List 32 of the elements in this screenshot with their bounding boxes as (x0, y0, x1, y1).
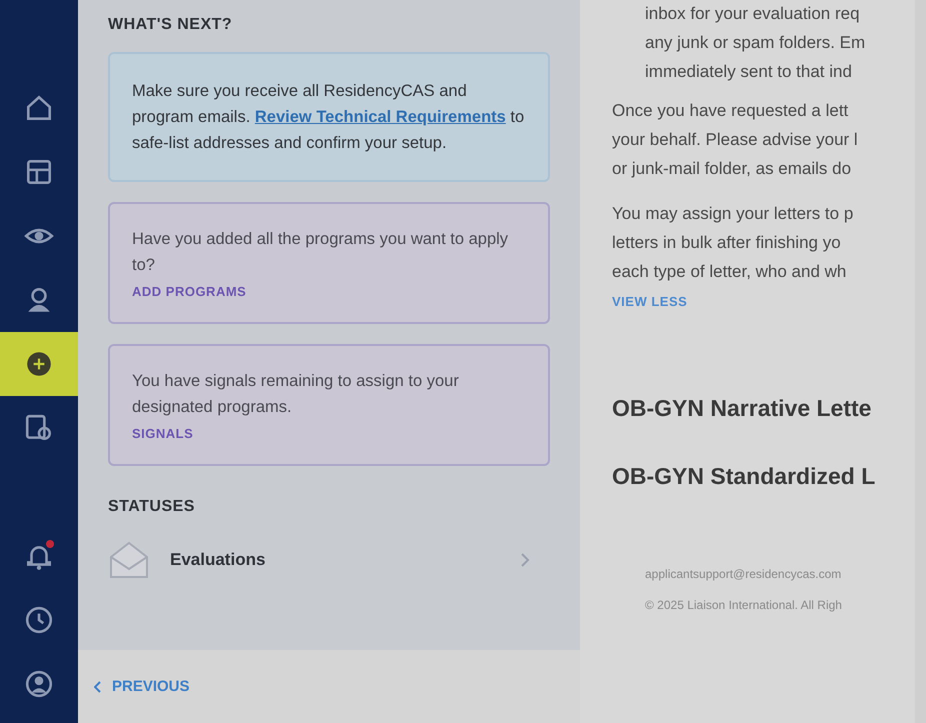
chevron-left-icon (94, 680, 102, 692)
letter-title: OB-GYN Narrative Lette (612, 395, 872, 422)
action-link[interactable]: SIGNALS (132, 426, 194, 441)
nav-item[interactable] (0, 332, 78, 396)
requirements-link[interactable]: Review Technical Requirements (254, 108, 506, 126)
document-search-icon (24, 413, 54, 443)
action-link[interactable]: ADD PROGRAMS (132, 284, 246, 299)
card-text: Have you added all the programs you want to apply to? (132, 229, 510, 276)
status-label[interactable]: Evaluations (170, 550, 502, 570)
paragraph-line: each type of letter, who and wh (612, 261, 848, 283)
paragraph-line: letters in bulk after finishing yo (612, 232, 842, 254)
user-icon (24, 669, 54, 699)
section-heading: STATUSES (108, 498, 196, 516)
paragraph-line: any junk or spam folders. Em (645, 32, 866, 54)
paragraph-line: immediately sent to that ind (645, 61, 853, 83)
section-heading: WHAT'S NEXT? (108, 16, 234, 34)
circle-icon (24, 349, 54, 379)
paragraph-line: inbox for your evaluation req (645, 3, 861, 25)
paragraph-line: Once you have requested a lett (612, 100, 850, 122)
paragraph-line: You may assign your letters to p (612, 203, 854, 225)
clock-icon (24, 605, 54, 635)
copyright-text: © 2025 Liaison International. All Righ (644, 597, 843, 614)
previous-button[interactable]: PREVIOUS (94, 678, 190, 695)
view-less-link[interactable]: VIEW LESS (612, 294, 688, 309)
letter-title: OB-GYN Standardized L (612, 463, 876, 490)
paragraph-line: your behalf. Please advise your l (612, 129, 859, 151)
card-text: You have signals remaining to assign to your designated programs. (132, 371, 460, 418)
paragraph-line: or junk-mail folder, as emails do (612, 158, 852, 180)
home-icon (24, 93, 54, 123)
support-email: applicantsupport@residencycas.com (644, 566, 842, 583)
grid-icon (24, 157, 54, 187)
card-text: Make sure you receive all ResidencyCAS and program emails. Review Technical Requirements to safe-list addresses and confirm your setup. (132, 81, 526, 154)
